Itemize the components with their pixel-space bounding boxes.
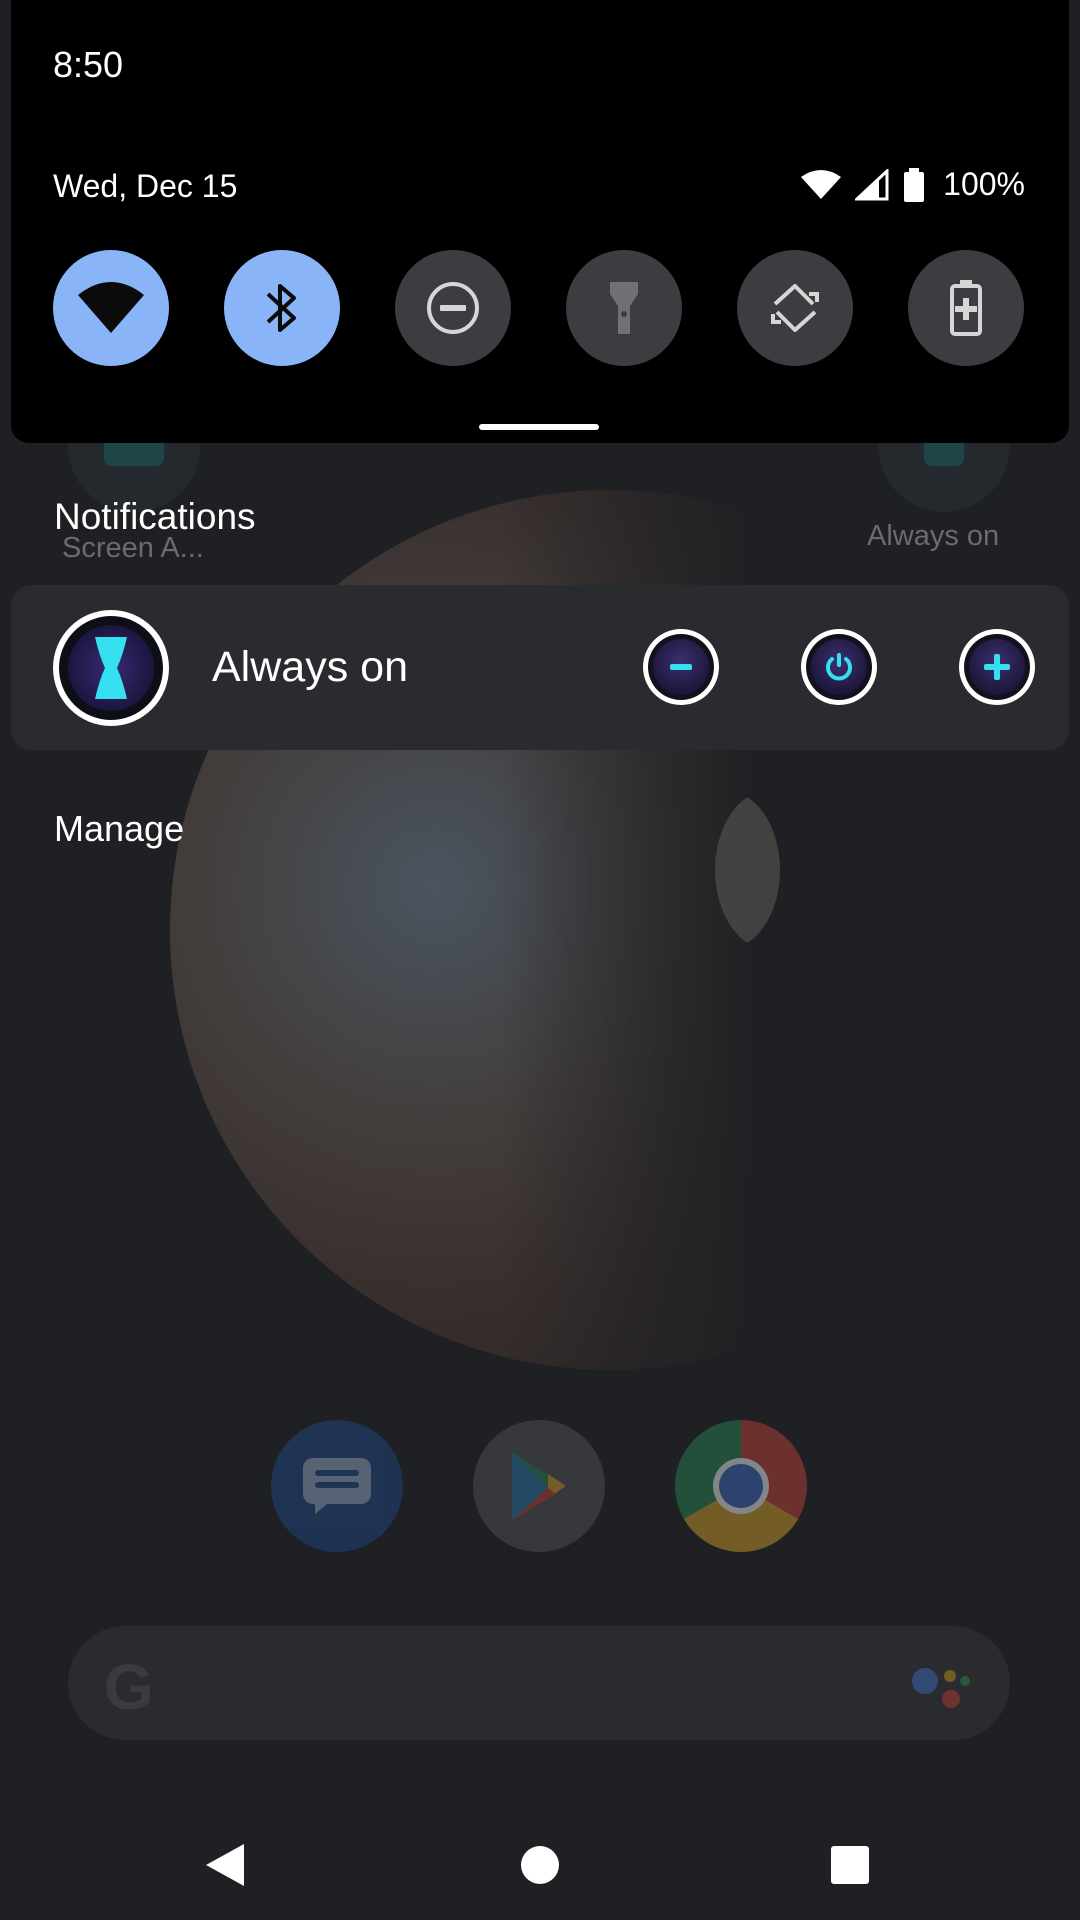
status-date[interactable]: Wed, Dec 15 [53, 168, 237, 205]
battery-saver-tile[interactable] [908, 250, 1024, 366]
plus-icon [984, 654, 1010, 680]
quick-settings-panel: 8:50 Wed, Dec 15 100% [11, 0, 1069, 443]
quick-settings-tiles [53, 250, 1024, 366]
wifi-signal-icon [801, 169, 842, 199]
play-store-icon[interactable] [473, 1420, 605, 1552]
hourglass-app-icon [53, 610, 169, 726]
increase-button[interactable] [959, 629, 1035, 705]
shade-drag-handle[interactable] [479, 424, 599, 430]
always-on-app-label: Always on [867, 520, 1000, 552]
recents-icon [831, 1846, 869, 1884]
battery-percentage: 100% [943, 166, 1025, 202]
flashlight-tile[interactable] [566, 250, 682, 366]
bluetooth-icon [266, 284, 296, 332]
assistant-icon[interactable] [912, 1662, 972, 1712]
do-not-disturb-tile[interactable] [395, 250, 511, 366]
navigation-bar [0, 1810, 1080, 1920]
battery-icon [904, 167, 925, 202]
wallpaper-moon [715, 790, 825, 950]
google-logo-icon: G [104, 1651, 154, 1723]
battery-saver-icon [950, 280, 982, 336]
bluetooth-tile[interactable] [224, 250, 340, 366]
chrome-icon[interactable] [675, 1420, 807, 1552]
recents-button[interactable] [815, 1830, 885, 1900]
home-button[interactable] [505, 1830, 575, 1900]
home-icon [521, 1846, 559, 1884]
do-not-disturb-icon [427, 282, 479, 334]
power-toggle-button[interactable] [801, 629, 877, 705]
status-icons: 100% [801, 166, 1025, 203]
minus-icon [670, 664, 692, 670]
cell-signal-icon [855, 168, 889, 200]
manage-notifications-button[interactable]: Manage [54, 808, 184, 850]
decrease-button[interactable] [643, 629, 719, 705]
wifi-icon [78, 282, 144, 333]
back-icon [206, 1844, 244, 1886]
status-clock: 8:50 [53, 44, 124, 85]
google-search-bar[interactable]: G [68, 1626, 1010, 1740]
wifi-tile[interactable] [53, 250, 169, 366]
auto-rotate-tile[interactable] [737, 250, 853, 366]
power-icon [826, 653, 852, 681]
auto-rotate-icon [771, 284, 819, 332]
notification-title: Always on [212, 643, 408, 691]
always-on-notification[interactable]: Always on [11, 585, 1069, 750]
flashlight-icon [610, 282, 638, 334]
notifications-header: Notifications [54, 496, 256, 537]
back-button[interactable] [190, 1830, 260, 1900]
messages-icon[interactable] [271, 1420, 403, 1552]
